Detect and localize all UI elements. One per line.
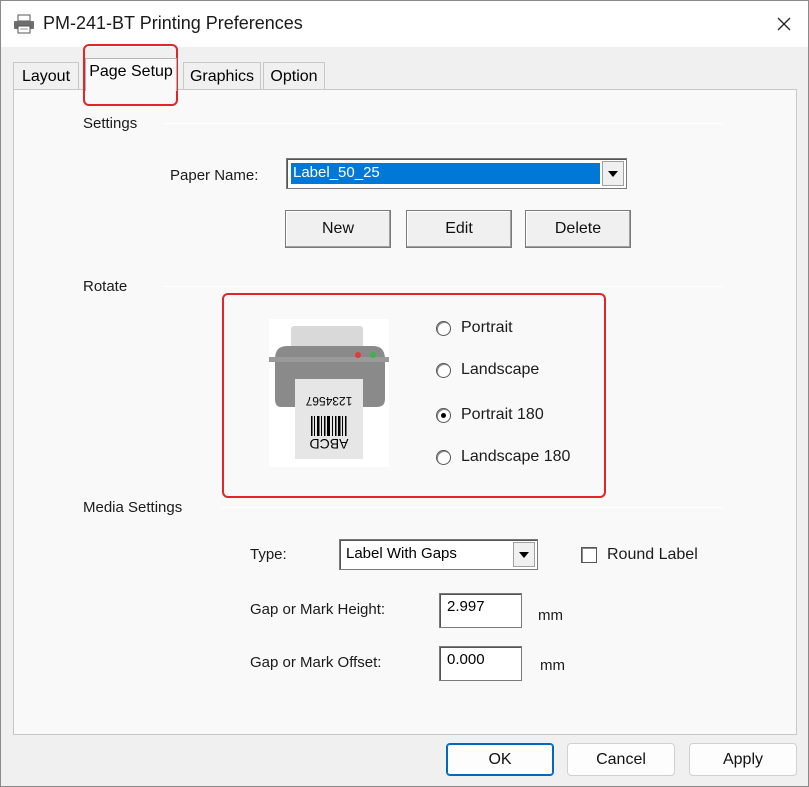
printing-preferences-window: PM-241-BT Printing Preferences Layout Pa… (0, 0, 809, 787)
media-type-dropdown-arrow[interactable] (513, 542, 535, 567)
gap-offset-label: Gap or Mark Offset: (250, 654, 382, 671)
media-type-value: Label With Gaps (346, 545, 457, 562)
type-label: Type: (250, 546, 287, 563)
gap-offset-unit: mm (540, 657, 565, 674)
new-button[interactable]: New (285, 210, 391, 248)
paper-name-dropdown-arrow[interactable] (602, 161, 624, 186)
tab-graphics[interactable]: Graphics (183, 62, 261, 90)
radio-portrait[interactable]: Portrait (436, 319, 513, 337)
gap-height-label: Gap or Mark Height: (250, 601, 386, 618)
close-button[interactable] (765, 7, 803, 41)
radio-landscape-180-label: Landscape 180 (461, 448, 571, 465)
rotate-group-label: Rotate (83, 278, 128, 295)
media-settings-separator (221, 507, 723, 508)
gap-height-input[interactable]: 2.997 (439, 593, 522, 628)
dialog-footer (1, 735, 808, 786)
orientation-preview: 1234567 ABCD (269, 319, 389, 467)
radio-landscape-180-button[interactable] (436, 449, 451, 465)
radio-portrait-180-label: Portrait 180 (461, 406, 544, 423)
round-label-checkbox[interactable] (581, 547, 597, 563)
settings-group-label: Settings (83, 115, 138, 132)
tab-option[interactable]: Option (263, 62, 325, 90)
radio-landscape-button[interactable] (436, 362, 451, 378)
printer-preview-illustration: 1234567 ABCD (269, 326, 389, 459)
chevron-down-icon (608, 170, 618, 177)
radio-landscape-180[interactable]: Landscape 180 (436, 448, 570, 466)
apply-button[interactable]: Apply (689, 743, 797, 776)
preview-number-text: 1234567 (305, 394, 352, 408)
radio-portrait-label: Portrait (461, 319, 513, 336)
radio-portrait-button[interactable] (436, 320, 451, 336)
tab-page-setup[interactable]: Page Setup (85, 58, 177, 91)
radio-landscape-label: Landscape (461, 361, 540, 378)
media-settings-group-label: Media Settings (83, 499, 183, 516)
paper-name-value: Label_50_25 (291, 163, 600, 184)
cancel-button[interactable]: Cancel (567, 743, 675, 776)
preview-letters-text: ABCD (310, 436, 349, 452)
delete-button[interactable]: Delete (525, 210, 631, 248)
rotate-separator (163, 286, 723, 287)
gap-offset-input[interactable]: 0.000 (439, 646, 522, 681)
round-label-checkbox-row[interactable]: Round Label (581, 546, 698, 564)
edit-button[interactable]: Edit (406, 210, 512, 248)
gap-height-unit: mm (538, 607, 563, 624)
window-title: PM-241-BT Printing Preferences (43, 13, 303, 33)
paper-name-dropdown[interactable]: Label_50_25 (286, 158, 627, 189)
paper-name-label: Paper Name: (170, 167, 259, 184)
close-icon (777, 17, 791, 31)
radio-landscape[interactable]: Landscape (436, 361, 539, 379)
round-label-text: Round Label (607, 546, 698, 563)
radio-portrait-180[interactable]: Portrait 180 (436, 406, 544, 424)
settings-separator (163, 123, 723, 124)
ok-button[interactable]: OK (446, 743, 554, 776)
tab-layout[interactable]: Layout (13, 62, 79, 90)
chevron-down-icon (519, 551, 529, 558)
printer-icon (14, 14, 34, 34)
title-bar: PM-241-BT Printing Preferences (1, 1, 808, 47)
radio-portrait-180-button[interactable] (436, 407, 451, 423)
media-type-dropdown[interactable]: Label With Gaps (339, 539, 538, 570)
